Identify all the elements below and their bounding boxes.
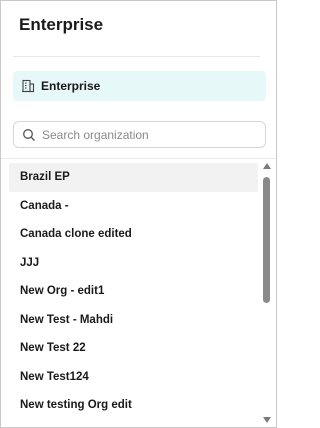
- selected-organization-label: Enterprise: [41, 79, 101, 93]
- search-organization[interactable]: [13, 121, 266, 148]
- organization-list-item[interactable]: New testing Org edit: [9, 391, 258, 420]
- organization-list-item[interactable]: New Test124: [9, 363, 258, 392]
- search-input[interactable]: [40, 126, 244, 143]
- organization-selector-panel: Enterprise Enterprise Brazil EPCanada -C…: [0, 0, 277, 428]
- organization-list-item[interactable]: Brazil EP: [9, 163, 258, 192]
- divider: [13, 56, 260, 57]
- organization-list-item[interactable]: New Test 22: [9, 334, 258, 363]
- organization-list-item[interactable]: New Org - edit1: [9, 277, 258, 306]
- scrollbar-thumb[interactable]: [263, 177, 270, 303]
- organization-list-container: Brazil EP Canada - Canada clone edited JJJ N…: [1, 158, 276, 427]
- panel-title: Enterprise: [19, 15, 104, 34]
- organization-list-item[interactable]: Canada clone edited: [9, 220, 258, 249]
- organization-list-item[interactable]: North America: [9, 420, 258, 428]
- organization-list: Brazil EP Canada - Canada clone edited JJJ N…: [9, 163, 258, 428]
- building-icon: [21, 79, 35, 93]
- search-icon: [22, 128, 36, 142]
- selected-organization[interactable]: Enterprise: [13, 71, 266, 101]
- scroll-down-arrow-icon[interactable]: [263, 417, 271, 423]
- organization-list-item[interactable]: JJJ: [9, 249, 258, 278]
- scroll-up-arrow-icon[interactable]: [263, 163, 271, 169]
- organization-list-item[interactable]: Canada -: [9, 192, 258, 221]
- scrollbar[interactable]: [261, 159, 273, 427]
- organization-list-item[interactable]: New Test - Mahdi: [9, 306, 258, 335]
